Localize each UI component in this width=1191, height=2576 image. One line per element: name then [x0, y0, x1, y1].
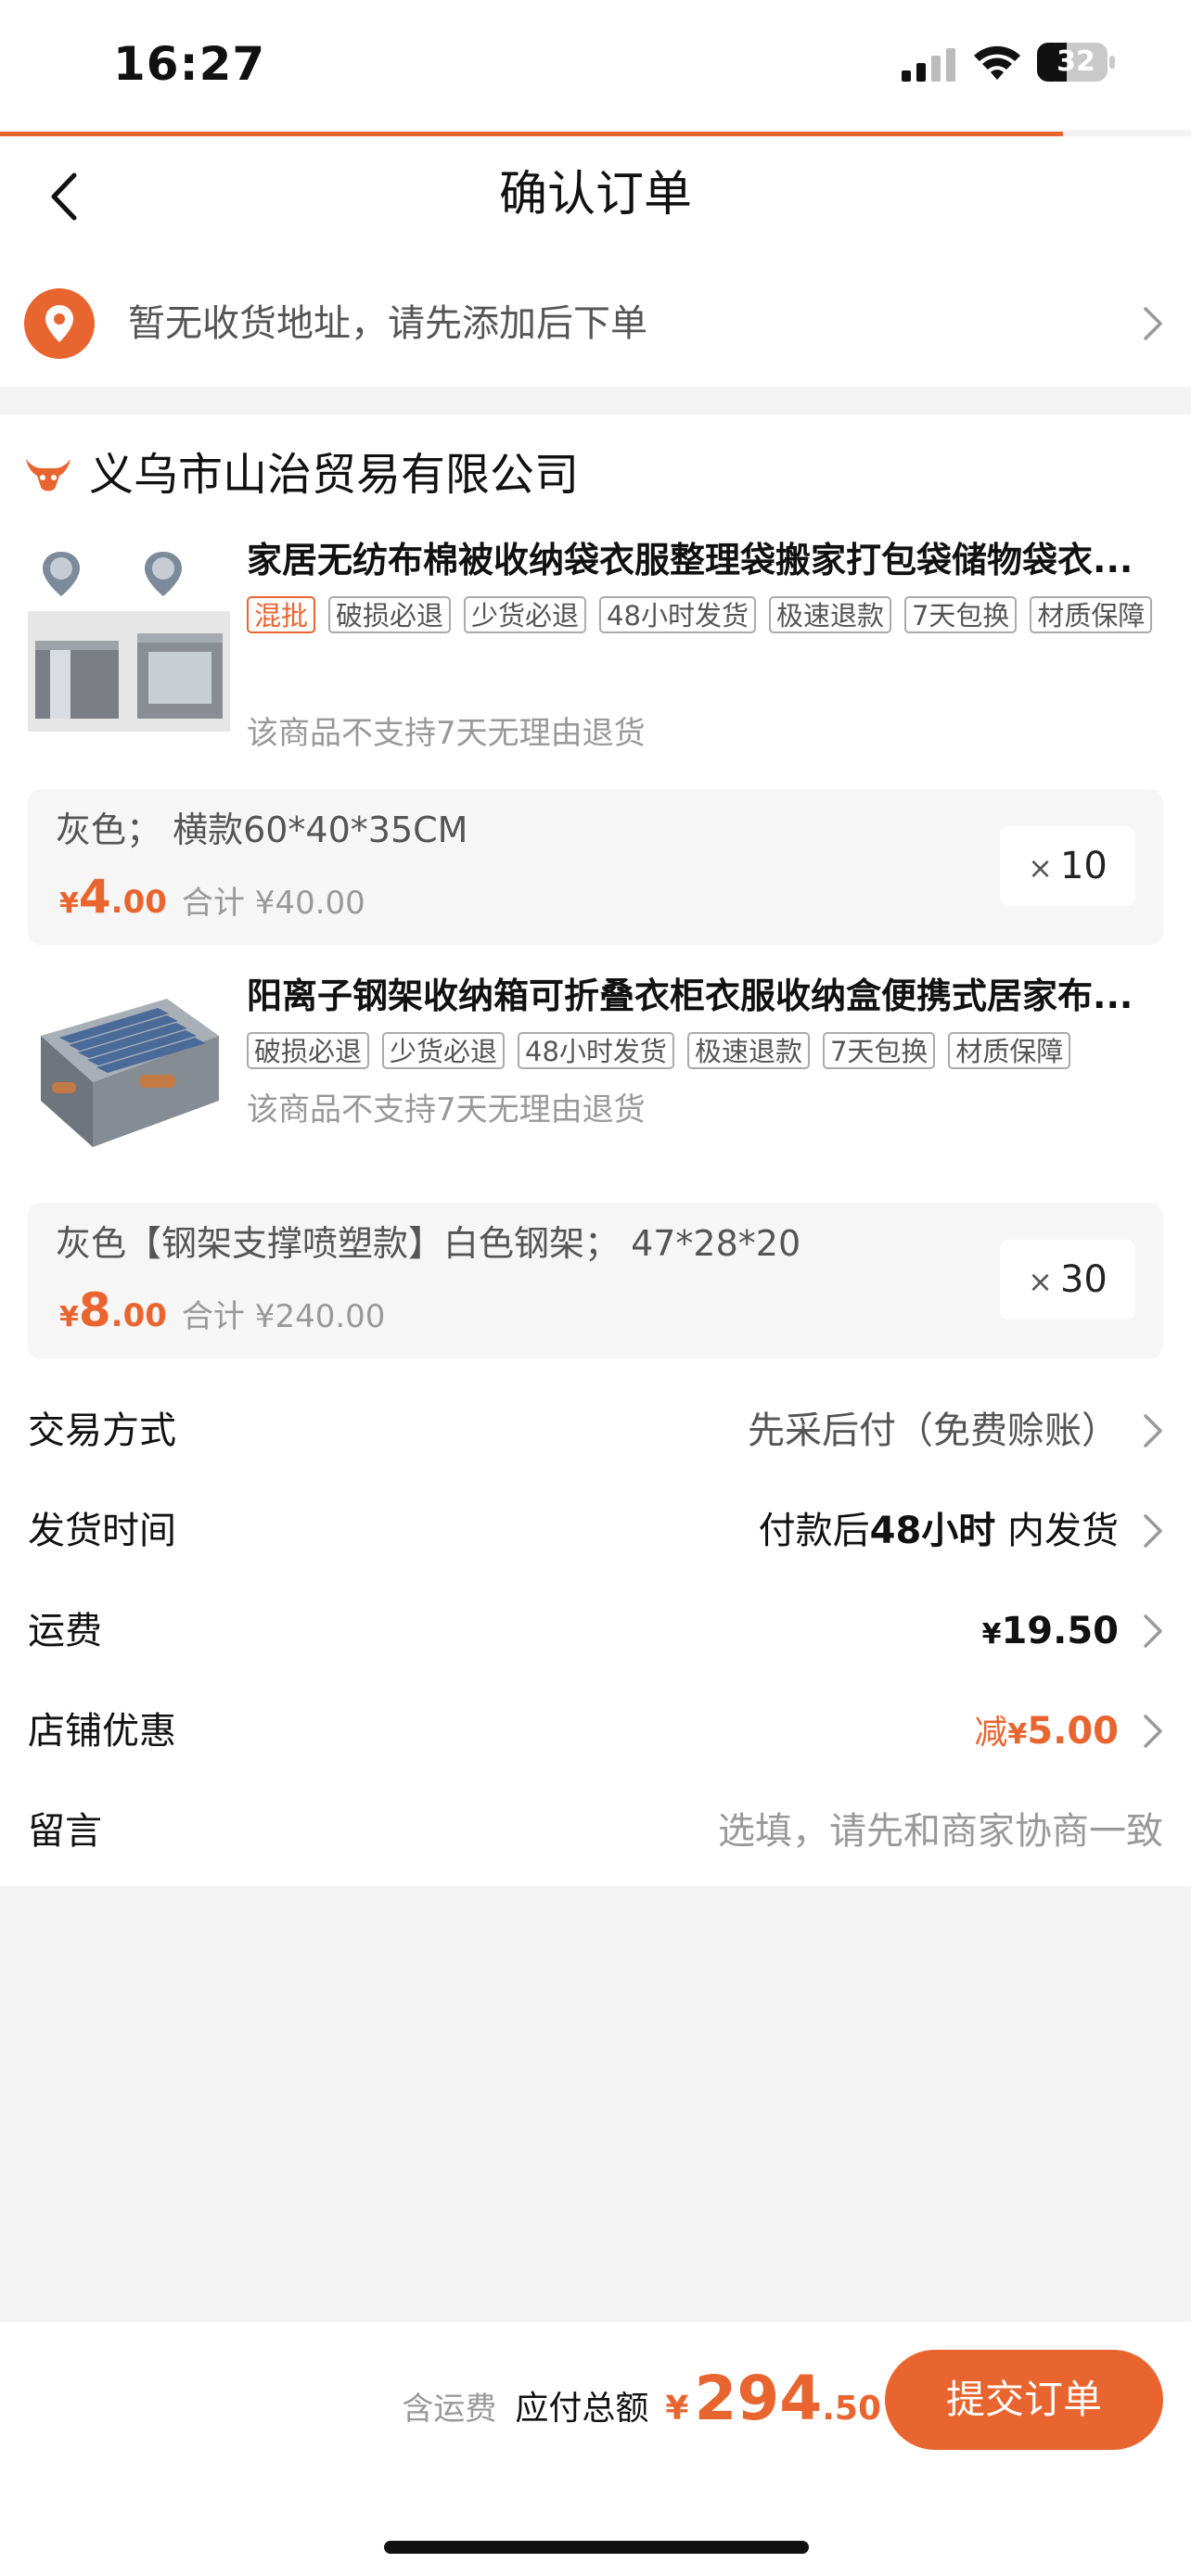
includes-shipping-note: 含运费 [402, 2391, 497, 2428]
freight-label: 运费 [28, 1610, 102, 1652]
service-tag: 48小时发货 [518, 1032, 674, 1069]
service-tag: 7天包换 [822, 1032, 936, 1069]
address-selector[interactable]: 暂无收货地址，请先添加后下单 [0, 257, 1191, 387]
home-indicator[interactable] [384, 2541, 809, 2554]
service-tag: 少货必退 [382, 1032, 506, 1069]
shop-bull-icon [26, 459, 70, 491]
service-tag: 7天包换 [903, 596, 1018, 633]
service-tag: 少货必退 [464, 596, 587, 633]
sku-spec: 灰色【钢架支撑喷塑款】白色钢架； 47*28*20 [56, 1223, 801, 1264]
payment-method-label: 交易方式 [28, 1409, 176, 1452]
order-card: 义乌市山治贸易有限公司 家居无纺布棉被收纳袋衣服整理袋搬家打包袋储物袋衣... … [0, 414, 1191, 1886]
battery-level: 32 [1057, 45, 1095, 78]
shop-discount-row[interactable]: 店铺优惠 减¥5.00 [0, 1683, 1191, 1783]
service-tag: 极速退款 [686, 1032, 810, 1069]
delivery-time-row[interactable]: 发货时间 付款后48小时 内发货 [0, 1483, 1191, 1583]
return-policy-note: 该商品不支持7天无理由退货 [247, 1091, 646, 1129]
unit-price: ¥4.00 [59, 870, 167, 924]
sku-row: 灰色【钢架支撑喷塑款】白色钢架； 47*28*20 ¥8.00 合计 ¥240.… [28, 1203, 1163, 1358]
total-amount: ¥294.50 [665, 2363, 881, 2434]
payment-method-row[interactable]: 交易方式 先采后付（免费赊账） [0, 1383, 1191, 1483]
sku-spec: 灰色； 横款60*40*35CM [56, 810, 468, 850]
chevron-right-icon [1144, 307, 1162, 340]
total-label: 应付总额 [515, 2390, 649, 2428]
chevron-right-icon [1144, 1715, 1162, 1748]
freight-row[interactable]: 运费 ¥19.50 [0, 1583, 1191, 1683]
product-item[interactable]: 家居无纺布棉被收纳袋衣服整理袋搬家打包袋储物袋衣... 混批 破损必退 少货必退… [0, 535, 1191, 813]
signal-icon [902, 48, 955, 82]
status-time: 16:27 [113, 37, 266, 91]
subtotal: 合计 ¥40.00 [182, 885, 365, 922]
delivery-time-label: 发货时间 [28, 1510, 176, 1552]
product-image [28, 971, 230, 1158]
quantity-field[interactable]: × 10 [1000, 826, 1135, 906]
service-tag: 混批 [247, 596, 316, 633]
shop-discount-value: 减¥5.00 [974, 1710, 1119, 1753]
service-tags: 混批 破损必退 少货必退 48小时发货 极速退款 7天包换 材质保障 [247, 596, 1165, 633]
sku-row: 灰色； 横款60*40*35CM ¥4.00 合计 ¥40.00 × 10 [28, 789, 1163, 945]
delivery-time-value: 付款后48小时 内发货 [758, 1510, 1119, 1552]
freight-value: ¥19.50 [981, 1610, 1119, 1652]
quantity-field[interactable]: × 30 [1000, 1240, 1135, 1320]
product-title: 家居无纺布棉被收纳袋衣服整理袋搬家打包袋储物袋衣... [247, 540, 1133, 580]
chevron-right-icon [1144, 1414, 1162, 1447]
service-tags: 破损必退 少货必退 48小时发货 极速退款 7天包换 材质保障 [247, 1032, 1165, 1069]
message-label: 留言 [28, 1810, 102, 1853]
payment-method-value: 先采后付（免费赊账） [748, 1409, 1119, 1452]
subtotal: 合计 ¥240.00 [182, 1298, 386, 1335]
chevron-right-icon [1144, 1614, 1162, 1648]
wifi-icon [974, 45, 1020, 80]
submit-order-button[interactable]: 提交订单 [885, 2350, 1163, 2450]
product-item[interactable]: 阳离子钢架收纳箱可折叠衣柜衣服收纳盒便携式居家布... 破损必退 少货必退 48… [0, 971, 1191, 1193]
page-title: 确认订单 [498, 167, 692, 223]
shop-discount-label: 店铺优惠 [28, 1710, 176, 1753]
address-placeholder: 暂无收货地址，请先添加后下单 [128, 302, 647, 345]
shop-name[interactable]: 义乌市山治贸易有限公司 [89, 442, 579, 507]
service-tag: 材质保障 [948, 1032, 1071, 1069]
message-row: 留言 选填，请先和商家协商一致 [0, 1783, 1191, 1883]
product-image [28, 544, 230, 732]
service-tag: 破损必退 [247, 1032, 370, 1069]
unit-price: ¥8.00 [59, 1283, 167, 1337]
service-tag: 48小时发货 [599, 596, 756, 633]
nav-bar: 确认订单 [0, 136, 1191, 257]
service-tag: 极速退款 [768, 596, 891, 633]
chevron-right-icon [1144, 1514, 1162, 1548]
checkout-bar: 含运费 应付总额 ¥294.50 提交订单 [0, 2322, 1191, 2576]
message-input[interactable]: 选填，请先和商家协商一致 [718, 1804, 1163, 1859]
service-tag: 材质保障 [1030, 596, 1153, 633]
section-divider [0, 387, 1191, 414]
return-policy-note: 该商品不支持7天无理由退货 [247, 715, 646, 752]
order-total: 含运费 应付总额 ¥294.50 [402, 2363, 881, 2434]
product-title: 阳离子钢架收纳箱可折叠衣柜衣服收纳盒便携式居家布... [247, 976, 1133, 1016]
service-tag: 破损必退 [328, 596, 452, 633]
status-bar: 16:27 32 [0, 0, 1191, 130]
location-pin-icon [24, 288, 95, 359]
